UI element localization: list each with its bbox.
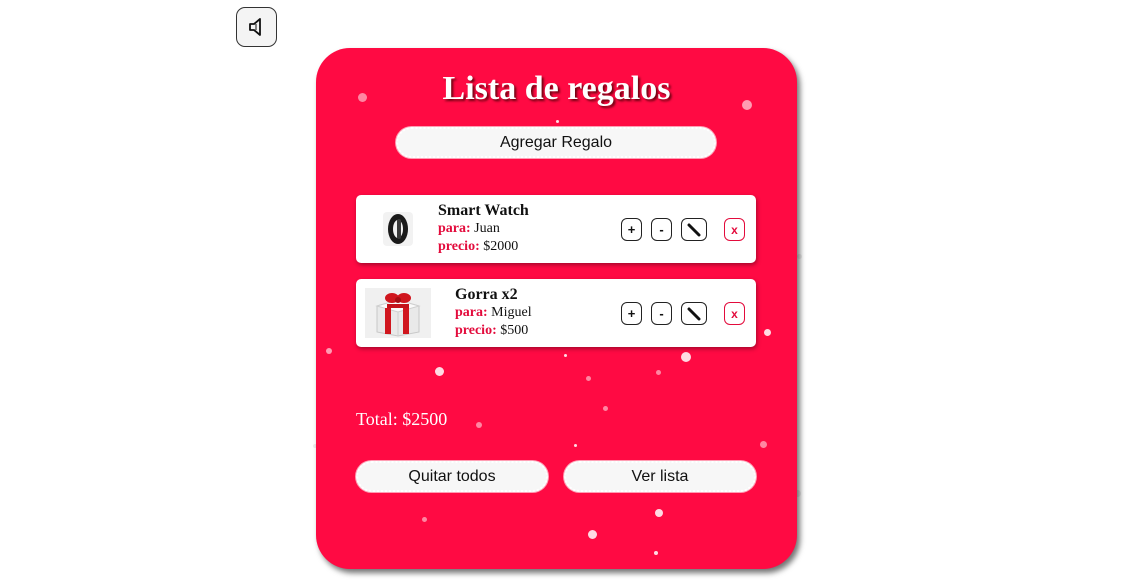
snowflake [797,254,802,259]
speaker-icon [248,18,261,36]
remove-all-button[interactable]: Quitar todos [356,461,548,492]
increase-quantity-button[interactable]: + [621,302,642,325]
price-value: $500 [500,323,529,338]
price-label: precio: [455,323,497,338]
decrease-quantity-button[interactable]: - [651,302,672,325]
snowflake [556,120,559,123]
delete-gift-button[interactable]: x [724,302,745,325]
snowflake [588,530,597,539]
increase-quantity-button[interactable]: + [621,218,642,241]
gift-item: Gorra x2 para: Miguel precio: $500 + - x [356,279,756,347]
sound-toggle-button[interactable] [236,7,277,47]
gift-list-card: Lista de regalos Agregar Regalo Smart Wa… [316,48,797,569]
snowflake [655,509,663,517]
gift-name: Gorra x2 [455,286,518,303]
pencil-icon [687,307,701,320]
snowflake [564,354,567,357]
gift-name: Smart Watch [438,202,529,219]
snowflake [422,517,427,522]
snowflake [326,348,332,354]
total-amount: Total: $2500 [356,409,448,429]
price-value: $2000 [483,239,519,254]
snowflake [656,370,661,375]
edit-gift-button[interactable] [681,302,707,325]
snowflake [476,422,482,428]
smartwatch-image [365,202,431,256]
recipient-value: Miguel [491,305,532,320]
recipient-label: para: [438,221,471,236]
snowflake [574,444,577,447]
snowflake [586,376,591,381]
snowflake [764,329,771,336]
snowflake [654,551,658,555]
gift-box-image [365,286,431,340]
add-gift-button[interactable]: Agregar Regalo [396,127,716,158]
snowflake [603,406,608,411]
pencil-icon [687,223,701,236]
decrease-quantity-button[interactable]: - [651,218,672,241]
snowflake [760,441,767,448]
snowflake [435,367,444,376]
page-title: Lista de regalos [442,70,671,107]
snowflake [681,352,691,362]
recipient-label: para: [455,305,488,320]
view-list-button[interactable]: Ver lista [564,461,756,492]
delete-gift-button[interactable]: x [724,218,745,241]
price-label: precio: [438,239,480,254]
recipient-value: Juan [474,221,500,236]
gift-item: Smart Watch para: Juan precio: $2000 + -… [356,195,756,263]
edit-gift-button[interactable] [681,218,707,241]
